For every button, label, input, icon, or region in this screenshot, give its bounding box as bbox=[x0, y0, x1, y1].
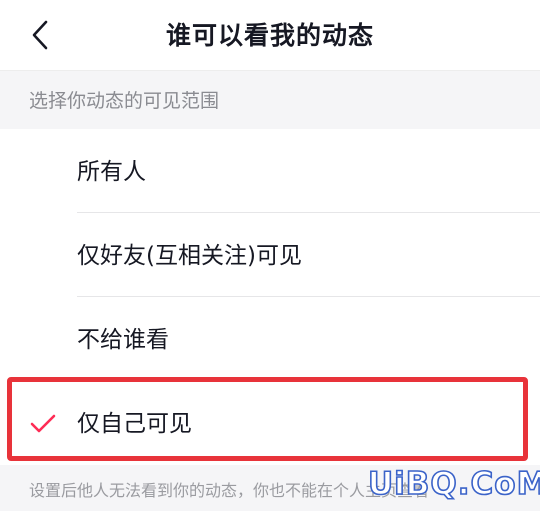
watermark: UiBQ.CoM bbox=[367, 465, 540, 503]
option-everyone[interactable]: 所有人 bbox=[0, 129, 540, 213]
section-label: 选择你动态的可见范围 bbox=[29, 90, 220, 112]
privacy-settings-screen: 谁可以看我的动态 选择你动态的可见范围 所有人 仅好友(互相关注)可见 不给谁看… bbox=[0, 0, 540, 511]
option-label: 不给谁看 bbox=[77, 327, 169, 353]
section-header: 选择你动态的可见范围 bbox=[0, 71, 540, 129]
checkmark-icon bbox=[30, 414, 56, 433]
option-label: 仅好友(互相关注)可见 bbox=[77, 243, 302, 269]
option-hide-from[interactable]: 不给谁看 bbox=[0, 297, 540, 381]
visibility-options-list: 所有人 仅好友(互相关注)可见 不给谁看 仅自己可见 bbox=[0, 129, 540, 465]
option-friends-only[interactable]: 仅好友(互相关注)可见 bbox=[0, 213, 540, 297]
option-label: 仅自己可见 bbox=[77, 411, 192, 437]
nav-bar: 谁可以看我的动态 bbox=[0, 0, 540, 71]
page-title: 谁可以看我的动态 bbox=[165, 21, 374, 50]
option-only-me[interactable]: 仅自己可见 bbox=[0, 381, 540, 465]
option-label: 所有人 bbox=[77, 159, 146, 185]
